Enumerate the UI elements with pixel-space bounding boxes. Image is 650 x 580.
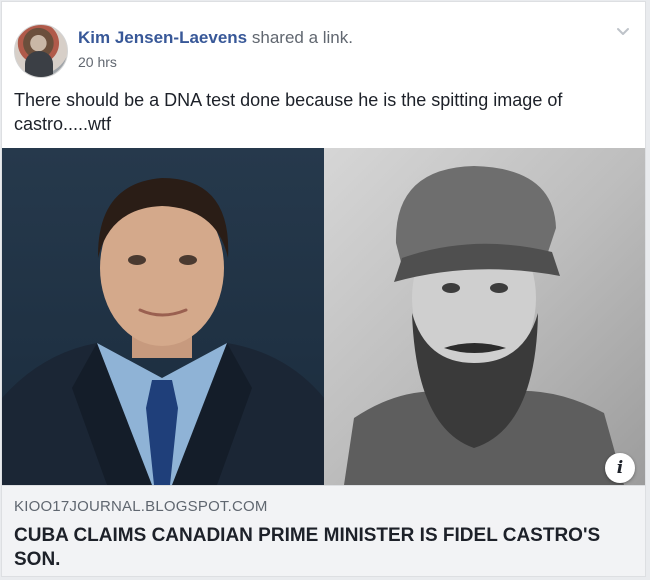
post-author-line: Kim Jensen-Laevens shared a link. <box>78 28 353 48</box>
author-name-link[interactable]: Kim Jensen-Laevens <box>78 28 247 47</box>
photo-left-portrait <box>2 148 324 485</box>
post-timestamp[interactable]: 20 hrs <box>78 54 117 70</box>
photo-right-portrait: i <box>324 148 645 485</box>
link-preview-image[interactable]: i <box>2 148 645 485</box>
post-action-text: shared a link. <box>251 28 353 47</box>
link-domain: KIOO17JOURNAL.BLOGSPOT.COM <box>14 498 268 515</box>
info-button[interactable]: i <box>605 453 635 483</box>
post-card: Kim Jensen-Laevens shared a link. 20 hrs… <box>1 1 646 577</box>
avatar[interactable] <box>14 24 68 78</box>
link-preview-meta[interactable]: KIOO17JOURNAL.BLOGSPOT.COM CUBA CLAIMS C… <box>2 485 645 576</box>
post-header: Kim Jensen-Laevens shared a link. 20 hrs <box>14 22 634 78</box>
post-text: There should be a DNA test done because … <box>14 90 563 134</box>
link-headline[interactable]: CUBA CLAIMS CANADIAN PRIME MINISTER IS F… <box>14 524 614 572</box>
chevron-down-icon[interactable] <box>616 24 630 38</box>
